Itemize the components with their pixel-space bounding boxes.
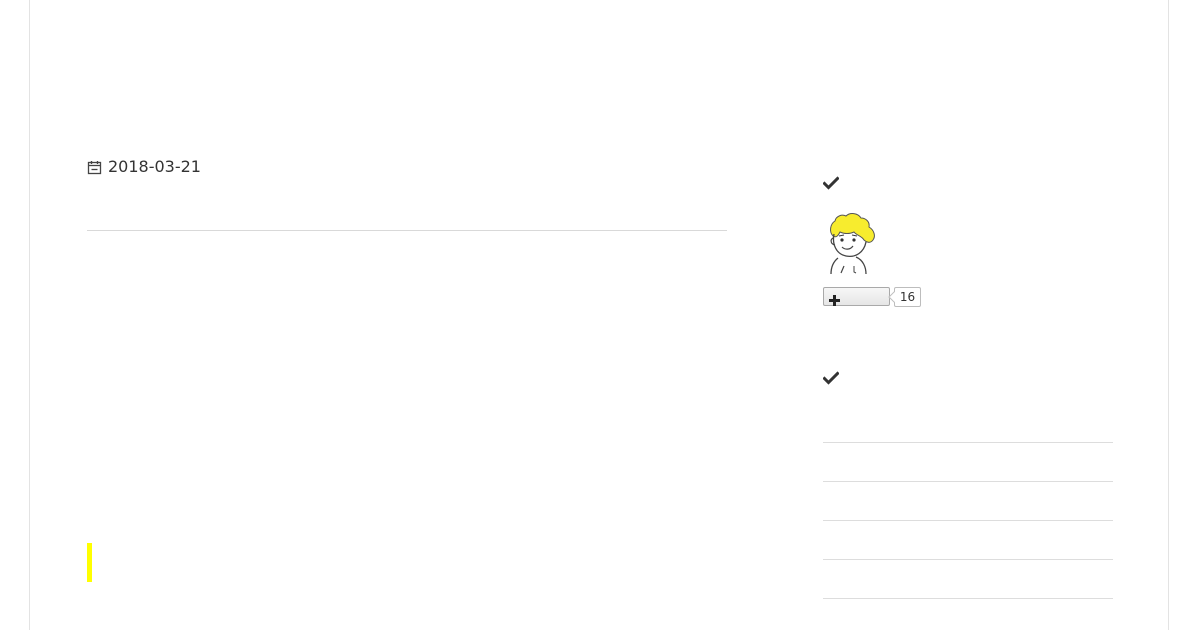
list-divider [823, 520, 1113, 521]
accent-bar [87, 543, 92, 582]
calendar-icon [87, 160, 102, 175]
follow-count[interactable]: 16 [894, 287, 921, 307]
list-divider [823, 598, 1113, 599]
list-divider [823, 481, 1113, 482]
list-divider [823, 559, 1113, 560]
page-frame [29, 0, 1169, 630]
post-meta: 2018-03-21 [87, 156, 201, 178]
follow-button[interactable] [823, 287, 890, 306]
post-date: 2018-03-21 [108, 157, 201, 176]
check-icon [822, 370, 840, 385]
avatar [826, 210, 888, 275]
check-icon [822, 175, 840, 190]
plus-icon [829, 291, 840, 306]
list-divider [823, 442, 1113, 443]
meta-divider [87, 230, 727, 231]
